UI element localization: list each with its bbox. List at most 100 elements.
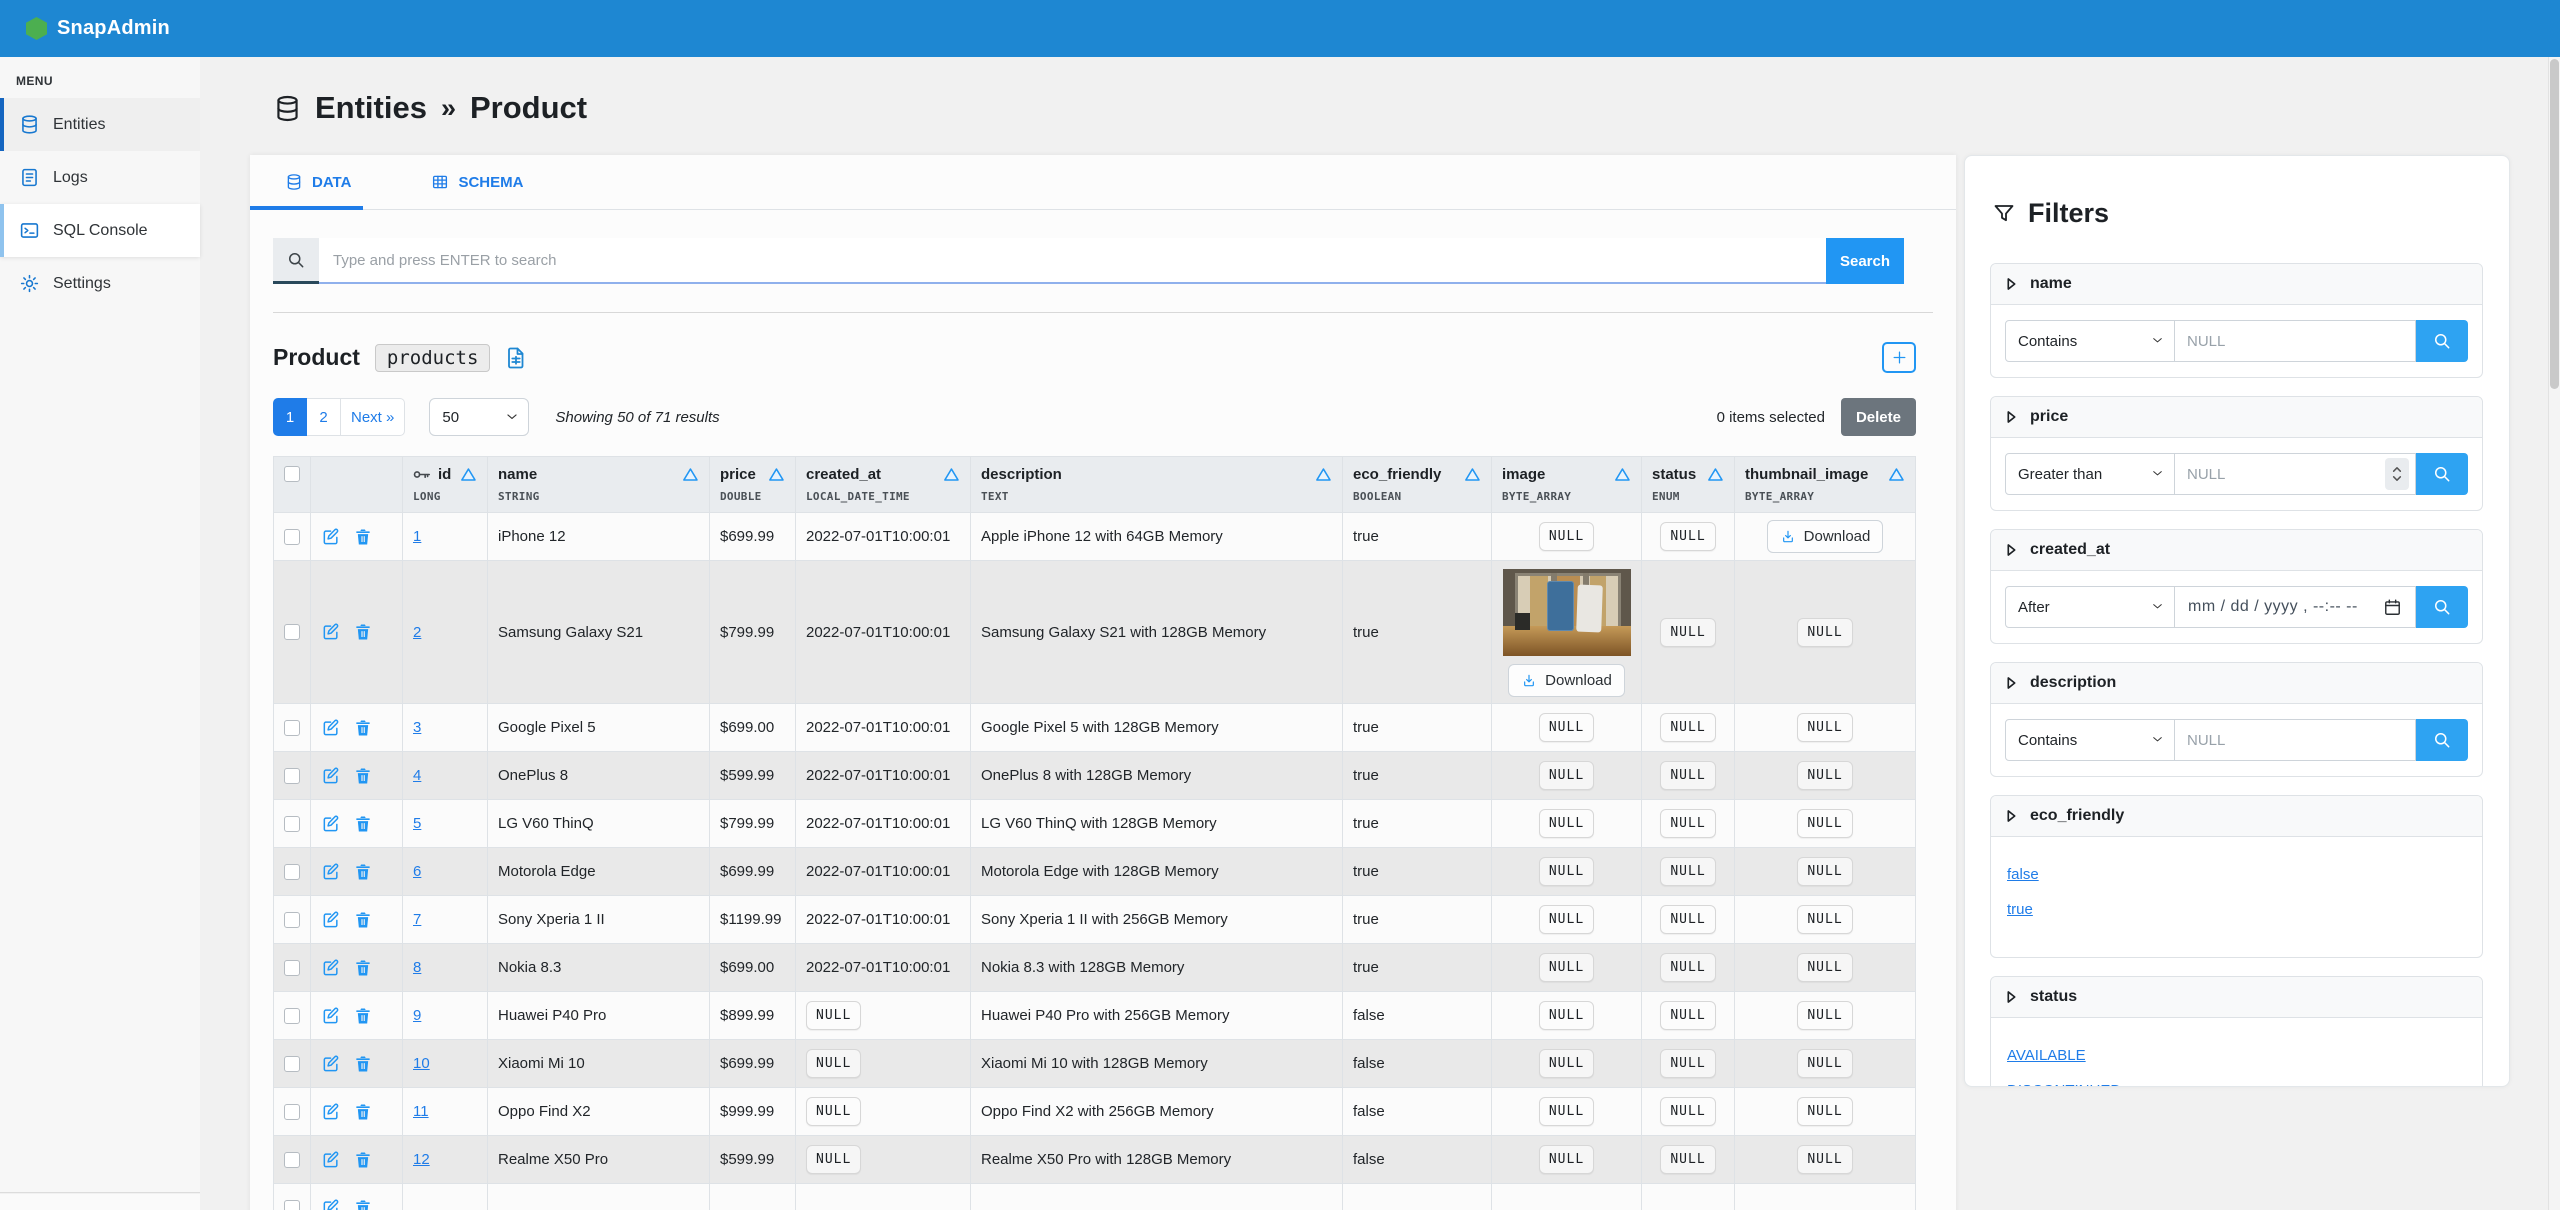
filter-search-button-created-at[interactable] (2416, 586, 2468, 628)
row-checkbox[interactable] (284, 1152, 300, 1168)
row-checkbox[interactable] (284, 1200, 300, 1210)
row-id-link[interactable]: 9 (413, 1007, 421, 1024)
filter-search-button-price[interactable] (2416, 453, 2468, 495)
trash-icon[interactable] (353, 1150, 373, 1170)
column-header-name[interactable]: nameSTRING (488, 457, 710, 513)
next-page-button[interactable]: Next » (341, 398, 405, 436)
search-button[interactable]: Search (1826, 238, 1904, 284)
vertical-scrollbar-thumb[interactable] (2550, 59, 2559, 389)
row-id-link[interactable]: 1 (413, 528, 421, 545)
sidebar-item-sql-console[interactable]: SQL Console (0, 204, 200, 257)
edit-icon[interactable] (321, 622, 341, 642)
filter-card-header-name[interactable]: name (1991, 264, 2482, 305)
column-header-eco-friendly[interactable]: eco_friendlyBOOLEAN (1343, 457, 1492, 513)
row-id-link[interactable]: 3 (413, 719, 421, 736)
sort-icon[interactable] (1888, 467, 1905, 482)
sort-icon[interactable] (682, 467, 699, 482)
trash-icon[interactable] (353, 862, 373, 882)
page-button-1[interactable]: 1 (273, 398, 307, 436)
row-checkbox[interactable] (284, 768, 300, 784)
number-spinner[interactable] (2385, 458, 2409, 490)
filter-value-input-price[interactable] (2175, 453, 2416, 495)
edit-icon[interactable] (321, 1054, 341, 1074)
row-checkbox[interactable] (284, 864, 300, 880)
trash-icon[interactable] (353, 910, 373, 930)
row-id-link[interactable]: 4 (413, 767, 421, 784)
edit-icon[interactable] (321, 958, 341, 978)
sidebar-item-settings[interactable]: Settings (0, 257, 200, 310)
trash-icon[interactable] (353, 1102, 373, 1122)
row-checkbox[interactable] (284, 529, 300, 545)
filter-operator-select-created-at[interactable]: After (2005, 586, 2175, 628)
row-id-link[interactable]: 11 (413, 1103, 429, 1120)
sort-icon[interactable] (1315, 467, 1332, 482)
trash-icon[interactable] (353, 766, 373, 786)
column-header-thumbnail-image[interactable]: thumbnail_imageBYTE_ARRAY (1735, 457, 1916, 513)
select-all-checkbox[interactable] (284, 466, 300, 482)
column-header-description[interactable]: descriptionTEXT (971, 457, 1343, 513)
download-button[interactable]: Download (1508, 664, 1625, 697)
filter-card-header-status[interactable]: status (1991, 977, 2482, 1018)
delete-button[interactable]: Delete (1841, 398, 1916, 436)
edit-icon[interactable] (321, 814, 341, 834)
filter-option-discontinued[interactable]: DISCONTINUED (2007, 1082, 2121, 1087)
filter-card-header-price[interactable]: price (1991, 397, 2482, 438)
row-id-link[interactable]: 7 (413, 911, 421, 928)
trash-icon[interactable] (353, 1054, 373, 1074)
trash-icon[interactable] (353, 527, 373, 547)
edit-icon[interactable] (321, 1102, 341, 1122)
filter-card-header-description[interactable]: description (1991, 663, 2482, 704)
cell-image-thumbnail[interactable] (1503, 569, 1631, 656)
trash-icon[interactable] (353, 1006, 373, 1026)
row-checkbox[interactable] (284, 624, 300, 640)
edit-icon[interactable] (321, 718, 341, 738)
row-checkbox[interactable] (284, 1104, 300, 1120)
download-button[interactable]: Download (1767, 520, 1884, 553)
sort-icon[interactable] (768, 467, 785, 482)
column-header-status[interactable]: statusENUM (1642, 457, 1735, 513)
add-record-button[interactable] (1882, 342, 1916, 373)
sort-icon[interactable] (943, 467, 960, 482)
filter-value-input-name[interactable] (2175, 320, 2416, 362)
filter-value-input-description[interactable] (2175, 719, 2416, 761)
sidebar-item-logs[interactable]: Logs (0, 151, 200, 204)
row-checkbox[interactable] (284, 720, 300, 736)
row-id-link[interactable]: 10 (413, 1055, 430, 1072)
trash-icon[interactable] (353, 718, 373, 738)
sort-icon[interactable] (1464, 467, 1481, 482)
filter-card-header-eco-friendly[interactable]: eco_friendly (1991, 796, 2482, 837)
calendar-icon[interactable] (2383, 598, 2402, 617)
filter-search-button-description[interactable] (2416, 719, 2468, 761)
edit-icon[interactable] (321, 766, 341, 786)
edit-icon[interactable] (321, 862, 341, 882)
row-checkbox[interactable] (284, 1056, 300, 1072)
filter-datetime-input-created-at[interactable]: mm / dd / yyyy , --:-- -- (2175, 586, 2416, 628)
page-button-2[interactable]: 2 (307, 398, 341, 436)
edit-icon[interactable] (321, 1150, 341, 1170)
row-checkbox[interactable] (284, 960, 300, 976)
filter-operator-select-price[interactable]: Greater than (2005, 453, 2175, 495)
sort-icon[interactable] (1707, 467, 1724, 482)
row-checkbox[interactable] (284, 1008, 300, 1024)
trash-icon[interactable] (353, 958, 373, 978)
column-header-created-at[interactable]: created_atLOCAL_DATE_TIME (796, 457, 971, 513)
row-id-link[interactable]: 6 (413, 863, 421, 880)
filter-card-header-created-at[interactable]: created_at (1991, 530, 2482, 571)
row-id-link[interactable]: 12 (413, 1151, 430, 1168)
trash-icon[interactable] (353, 622, 373, 642)
row-checkbox[interactable] (284, 912, 300, 928)
tab-schema[interactable]: SCHEMA (419, 155, 535, 209)
vertical-scrollbar[interactable] (2548, 57, 2560, 1210)
row-id-link[interactable]: 8 (413, 959, 421, 976)
filter-option-false[interactable]: false (2007, 866, 2039, 883)
trash-icon[interactable] (353, 814, 373, 834)
filter-search-button-name[interactable] (2416, 320, 2468, 362)
brand-name[interactable]: SnapAdmin (57, 17, 170, 40)
tab-data[interactable]: DATA (273, 155, 363, 209)
edit-icon[interactable] (321, 1198, 341, 1210)
sort-icon[interactable] (1614, 467, 1631, 482)
filter-operator-select-name[interactable]: Contains (2005, 320, 2175, 362)
row-id-link[interactable]: 5 (413, 815, 421, 832)
edit-icon[interactable] (321, 527, 341, 547)
sort-icon[interactable] (460, 467, 477, 482)
